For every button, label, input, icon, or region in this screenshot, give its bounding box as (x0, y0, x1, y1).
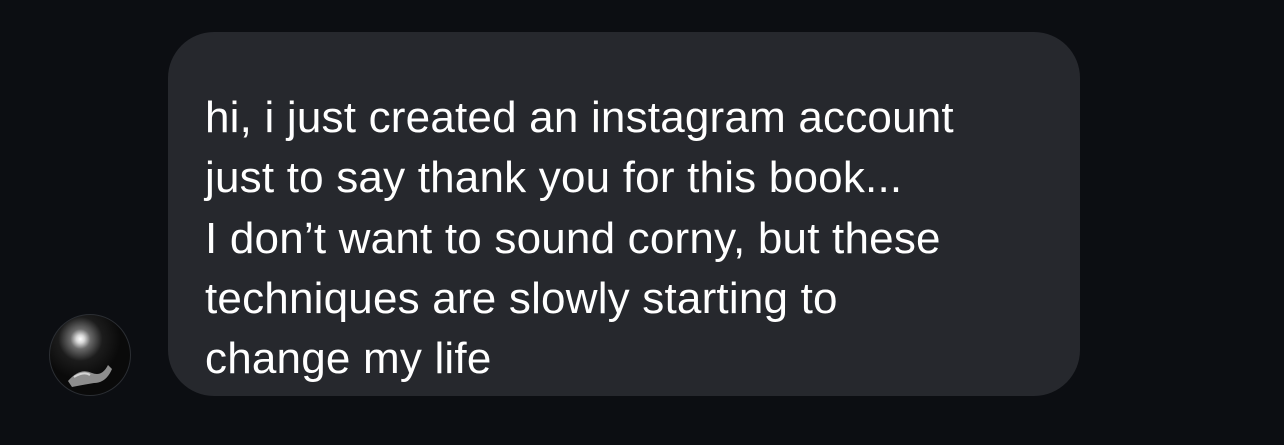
message-thread: hi, i just created an instagram account … (0, 0, 1284, 445)
message-line: just to say thank you for this book... (205, 153, 903, 202)
message-bubble[interactable]: hi, i just created an instagram account … (168, 32, 1080, 396)
message-paragraph: hi, i just created an instagram account … (205, 88, 1044, 208)
message-line: I don’t want to sound corny, but these (205, 214, 941, 263)
message-paragraph: I don’t want to sound corny, but these t… (205, 209, 1044, 389)
message-line: change my life (205, 334, 492, 383)
message-line: hi, i just created an instagram account (205, 93, 954, 142)
sender-avatar[interactable] (49, 314, 131, 396)
user-avatar-icon (68, 365, 112, 387)
message-line: techniques are slowly starting to (205, 274, 838, 323)
